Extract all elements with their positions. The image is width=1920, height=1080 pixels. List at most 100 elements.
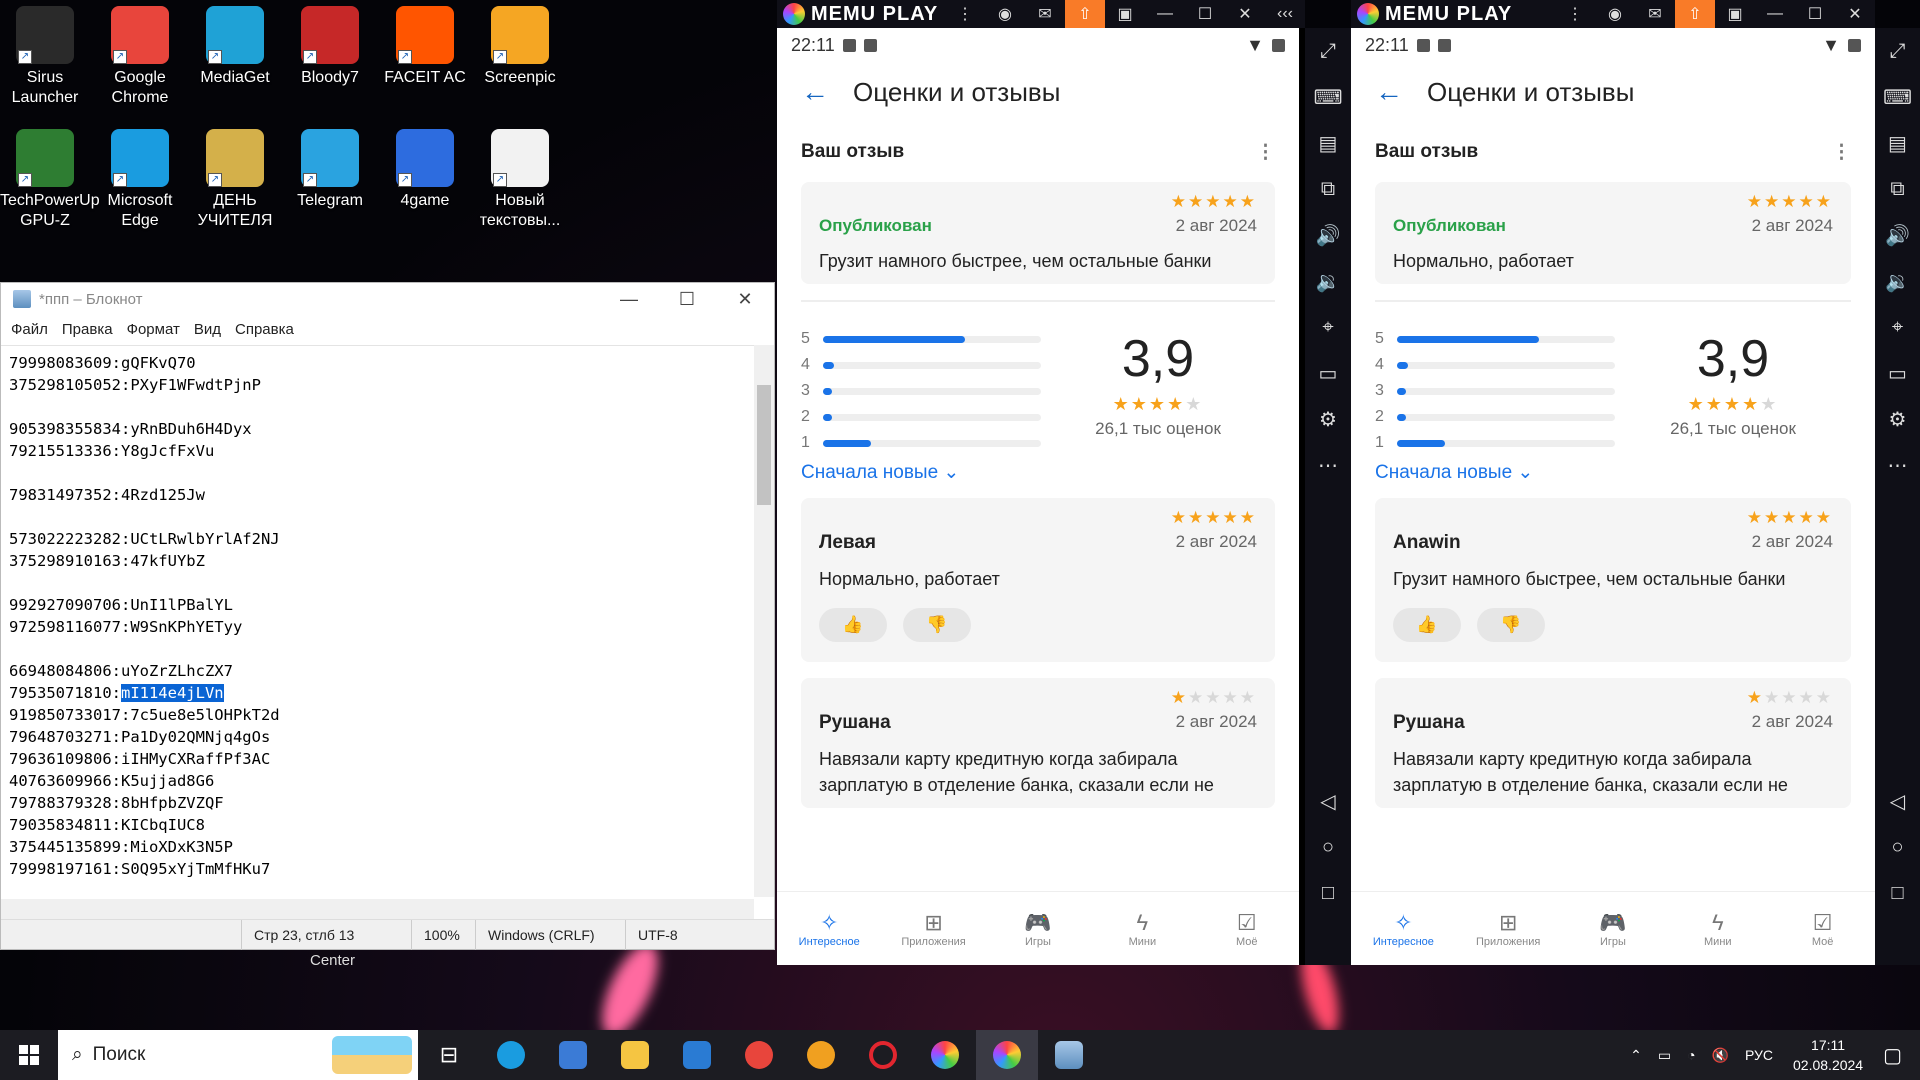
back-nav-icon[interactable]: ◁	[1875, 778, 1920, 824]
volume-down-icon[interactable]: 🔉	[1305, 258, 1351, 304]
more-icon[interactable]: ⋯	[1875, 442, 1920, 488]
more-options-icon[interactable]: ⋮	[1832, 141, 1851, 164]
settings-icon[interactable]: ⚙	[1875, 396, 1920, 442]
opera-icon[interactable]	[852, 1030, 914, 1080]
memu-titlebar[interactable]: MEMU PLAY ⋮ ◉ ✉ ⇧ ▣ — ☐ ✕	[1351, 0, 1875, 28]
memu-titlebar[interactable]: MEMU PLAY ⋮ ◉ ✉ ⇧ ▣ — ☐ ✕ ‹‹‹	[777, 0, 1305, 28]
horizontal-scrollbar[interactable]	[1, 899, 754, 919]
fullscreen-icon[interactable]: ⤢	[1875, 28, 1920, 74]
volume-down-icon[interactable]: 🔉	[1875, 258, 1920, 304]
screen-icon[interactable]: ▣	[1715, 0, 1755, 28]
desktop-icon[interactable]: ↗ Telegram	[285, 123, 375, 211]
thumbs-up-button[interactable]: 👍	[819, 608, 887, 642]
scrollbar-thumb[interactable]	[757, 385, 771, 505]
nav-featured[interactable]: ✧ Интересное	[794, 910, 864, 948]
settings-icon[interactable]: ⚙	[1305, 396, 1351, 442]
apk-icon[interactable]: ▤	[1875, 120, 1920, 166]
home-nav-icon[interactable]: ○	[1875, 824, 1920, 870]
memu-taskbar-icon[interactable]	[914, 1030, 976, 1080]
location-icon[interactable]: ⌖	[1875, 304, 1920, 350]
desktop-icon[interactable]: ↗ 4game	[380, 123, 470, 211]
fullscreen-icon[interactable]: ⤢	[1305, 28, 1351, 74]
desktop-icon[interactable]: ↗ Sirus Launcher	[0, 0, 90, 108]
chevron-up-icon[interactable]: ⌃	[1630, 1047, 1642, 1064]
thumbs-down-button[interactable]: 👎	[1477, 608, 1545, 642]
screen-icon[interactable]: ▣	[1105, 0, 1145, 28]
multi-window-icon[interactable]: ⧉	[1305, 166, 1351, 212]
desktop-icon[interactable]: ↗ Новый текстовы...	[475, 123, 565, 231]
menu-edit[interactable]: Правка	[62, 321, 113, 338]
minimize-button[interactable]: —	[1145, 0, 1185, 28]
menu-format[interactable]: Формат	[127, 321, 180, 338]
apk-icon[interactable]: ▤	[1305, 120, 1351, 166]
folder-icon[interactable]: ▭	[1875, 350, 1920, 396]
chrome-icon[interactable]	[728, 1030, 790, 1080]
menu-view[interactable]: Вид	[194, 321, 221, 338]
notepad-taskbar-icon[interactable]	[1038, 1030, 1100, 1080]
android-screen[interactable]: 22:11 ▼ ← Оценки и отзывы Ваш отзыв ⋮ ★★…	[1351, 28, 1875, 965]
maximize-button[interactable]: ☐	[1185, 0, 1225, 28]
upload-icon[interactable]: ⇧	[1065, 0, 1105, 28]
vertical-scrollbar[interactable]	[754, 345, 774, 897]
volume-muted-icon[interactable]: 🔇	[1712, 1047, 1729, 1064]
account-icon[interactable]: ◉	[985, 0, 1025, 28]
language-indicator[interactable]: РУС	[1745, 1047, 1773, 1063]
keyboard-icon[interactable]: ⌨	[1875, 74, 1920, 120]
recents-nav-icon[interactable]: □	[1305, 870, 1351, 916]
back-arrow-icon[interactable]: ←	[1375, 76, 1403, 108]
account-icon[interactable]: ◉	[1595, 0, 1635, 28]
more-options-icon[interactable]: ⋮	[1256, 141, 1275, 164]
notepad-text-area[interactable]: 79998083609:gQFKvQ70 375298105052:PXyF1WF…	[1, 345, 754, 897]
nav-mine[interactable]: ☑ Моё	[1788, 910, 1858, 948]
desktop-icon[interactable]: ↗ Microsoft Edge	[95, 123, 185, 231]
multi-window-icon[interactable]: ⧉	[1875, 166, 1920, 212]
mail-icon[interactable]	[666, 1030, 728, 1080]
nav-featured[interactable]: ✧ Интересное	[1368, 910, 1438, 948]
desktop-icon[interactable]: ↗ FACEIT AC	[380, 0, 470, 88]
minimize-button[interactable]: —	[1755, 0, 1795, 28]
maximize-button[interactable]: ☐	[658, 283, 716, 315]
location-icon[interactable]: ⌖	[1305, 304, 1351, 350]
edge-icon[interactable]	[480, 1030, 542, 1080]
memu-window-2[interactable]: MEMU PLAY ⋮ ◉ ✉ ⇧ ▣ — ☐ ✕ 22:11 ▼ ← Оцен…	[1351, 0, 1875, 965]
folder-icon[interactable]: ▭	[1305, 350, 1351, 396]
minimize-button[interactable]: —	[600, 283, 658, 315]
nav-mini[interactable]: ϟ Мини	[1107, 910, 1177, 948]
mail-icon[interactable]: ✉	[1025, 0, 1065, 28]
nav-apps[interactable]: ⊞ Приложения	[899, 910, 969, 948]
home-nav-icon[interactable]: ○	[1305, 824, 1351, 870]
store-icon[interactable]	[542, 1030, 604, 1080]
close-button[interactable]: ✕	[1225, 0, 1265, 28]
menu-file[interactable]: Файл	[11, 321, 48, 338]
battery-icon[interactable]: ▭	[1658, 1047, 1671, 1064]
nav-games[interactable]: 🎮 Игры	[1003, 910, 1073, 948]
notifications-icon[interactable]: ▢	[1883, 1043, 1902, 1068]
task-view-icon[interactable]: ⊟	[418, 1030, 480, 1080]
menu-icon[interactable]: ⋮	[1555, 0, 1595, 28]
thumbs-up-button[interactable]: 👍	[1393, 608, 1461, 642]
collapse-icon[interactable]: ‹‹‹	[1265, 0, 1305, 28]
desktop-icon[interactable]: ↗ Bloody7	[285, 0, 375, 88]
menu-icon[interactable]: ⋮	[945, 0, 985, 28]
desktop-icon[interactable]: ↗ MediaGet	[190, 0, 280, 88]
network-icon[interactable]: ◔	[1687, 1047, 1695, 1063]
nav-mine[interactable]: ☑ Моё	[1212, 910, 1282, 948]
nav-games[interactable]: 🎮 Игры	[1578, 910, 1648, 948]
nav-apps[interactable]: ⊞ Приложения	[1473, 910, 1543, 948]
recents-nav-icon[interactable]: □	[1875, 870, 1920, 916]
volume-up-icon[interactable]: 🔊	[1305, 212, 1351, 258]
memu-taskbar-icon-2[interactable]	[976, 1030, 1038, 1080]
volume-up-icon[interactable]: 🔊	[1875, 212, 1920, 258]
menu-help[interactable]: Справка	[235, 321, 294, 338]
desktop-icon[interactable]: ↗ Google Chrome	[95, 0, 185, 108]
desktop-icon[interactable]: ↗ Screenpic	[475, 0, 565, 88]
close-button[interactable]: ✕	[716, 283, 774, 315]
maximize-button[interactable]: ☐	[1795, 0, 1835, 28]
explorer-icon[interactable]	[604, 1030, 666, 1080]
back-arrow-icon[interactable]: ←	[801, 76, 829, 108]
desktop-icon[interactable]: ↗ TechPowerUp GPU-Z	[0, 123, 100, 231]
upload-icon[interactable]: ⇧	[1675, 0, 1715, 28]
start-button[interactable]	[0, 1030, 58, 1080]
more-icon[interactable]: ⋯	[1305, 442, 1351, 488]
desktop-icon[interactable]: ↗ ДЕНЬ УЧИТЕЛЯ	[190, 123, 280, 231]
